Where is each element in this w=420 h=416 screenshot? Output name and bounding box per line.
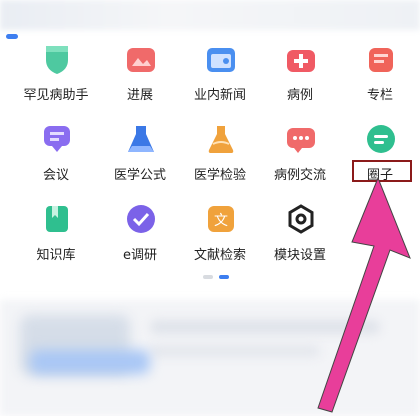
check-icon — [124, 202, 158, 236]
blurred-button — [30, 350, 150, 374]
grid-item-cases[interactable]: 病例 — [258, 40, 342, 110]
grid-item-label: 进展 — [126, 88, 153, 103]
page-indicator — [0, 275, 420, 281]
beaker-icon — [204, 122, 238, 156]
column-icon — [364, 42, 398, 76]
grid-item-label: 会议 — [42, 168, 69, 183]
grid-item-case-exchange[interactable]: 病例交流 — [258, 120, 342, 190]
hexagon-icon — [284, 202, 318, 236]
chat-icon — [364, 122, 398, 156]
grid-item-knowledge-base[interactable]: 知识库 — [14, 200, 98, 270]
grid-item-label: e调研 — [123, 248, 157, 263]
grid-item-label: 医学检验 — [193, 168, 246, 183]
top-tab-indicator — [6, 34, 18, 39]
document-icon: 文 — [204, 202, 238, 236]
grid-item-label: 模块设置 — [273, 248, 326, 263]
grid-item-label: 知识库 — [36, 248, 76, 263]
grid-item-columns[interactable]: 专栏 — [338, 40, 420, 110]
flask-icon — [124, 122, 158, 156]
svg-text:文: 文 — [214, 213, 228, 229]
grid-item-progress[interactable]: 进展 — [98, 40, 182, 110]
grid-item-industry-news[interactable]: 业内新闻 — [178, 40, 262, 110]
grid-item-label: 病例 — [286, 88, 313, 103]
blurred-text-line — [150, 345, 320, 357]
chat-bubble-icon — [40, 122, 74, 156]
grid-row: 知识库 e调研 文 文献检索 模块设置 — [0, 200, 420, 270]
image-icon — [124, 42, 158, 76]
grid-item-medical-formula[interactable]: 医学公式 — [98, 120, 182, 190]
grid-item-label: 文献检索 — [193, 248, 246, 263]
grid-item-literature-search[interactable]: 文 文献检索 — [178, 200, 262, 270]
grid-item-label: 罕见病助手 — [23, 88, 89, 103]
grid-item-label: 专栏 — [366, 88, 393, 103]
medical-kit-icon — [284, 42, 318, 76]
grid-item-meeting[interactable]: 会议 — [14, 120, 98, 190]
shield-icon — [40, 42, 74, 76]
highlight-box — [352, 160, 412, 182]
top-banner-blurred — [0, 0, 420, 30]
blurred-text-line — [150, 320, 380, 334]
page-dot[interactable] — [203, 275, 213, 279]
calendar-icon — [204, 42, 238, 76]
message-icon — [284, 122, 318, 156]
grid-item-rare-disease-helper[interactable]: 罕见病助手 — [14, 40, 98, 110]
grid-item-medical-tests[interactable]: 医学检验 — [178, 120, 262, 190]
grid-item-label: 医学公式 — [113, 168, 166, 183]
page-dot-active[interactable] — [219, 275, 229, 279]
grid-item-module-settings[interactable]: 模块设置 — [258, 200, 342, 270]
grid-item-label: 病例交流 — [273, 168, 326, 183]
grid-row: 罕见病助手 进展 业内新闻 病例 专栏 — [0, 40, 420, 110]
bookmark-icon — [40, 202, 74, 236]
grid-item-e-survey[interactable]: e调研 — [98, 200, 182, 270]
grid-item-label: 业内新闻 — [193, 88, 246, 103]
